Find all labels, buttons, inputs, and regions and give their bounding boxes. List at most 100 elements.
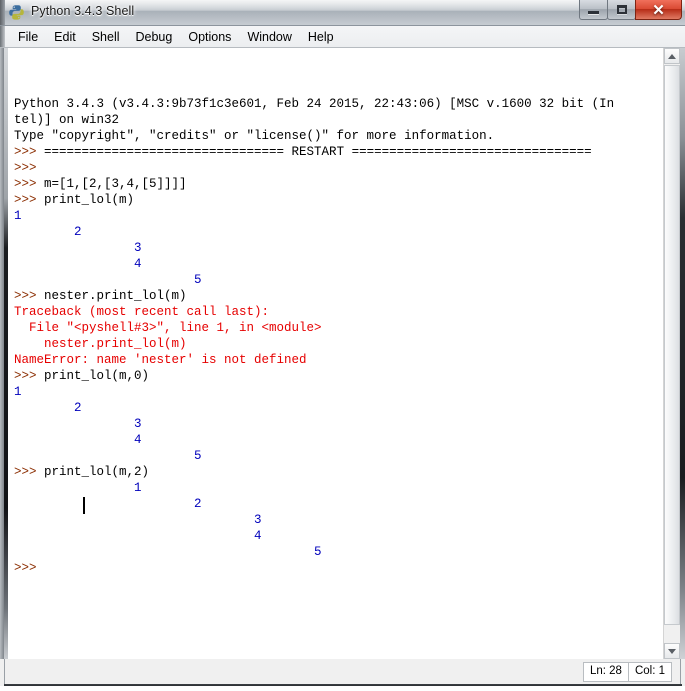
console-line: >>> <box>8 560 663 576</box>
console-line: File "<pyshell#3>", line 1, in <module> <box>8 320 663 336</box>
console-output-text: 5 <box>14 449 202 463</box>
console-input-text: nester.print_lol(m) <box>44 289 187 303</box>
console-line: nester.print_lol(m) <box>8 336 663 352</box>
python-shell-window: Python 3.4.3 Shell ✕ File Edit Shell Debug O… <box>0 0 685 691</box>
console-output-text: 3 <box>14 241 142 255</box>
console-banner-text: Python 3.4.3 (v3.4.3:9b73f1c3e601, Feb 2… <box>14 97 615 111</box>
console-output-text: 1 <box>14 481 142 495</box>
prompt-marker: >>> <box>14 161 45 175</box>
window-title: Python 3.4.3 Shell <box>31 4 135 18</box>
console-banner-text: Type "copyright", "credits" or "license(… <box>14 129 495 143</box>
console-line: >>> print_lol(m) <box>8 192 663 208</box>
console-output-text: 3 <box>14 513 262 527</box>
console-line: 3 <box>8 416 663 432</box>
menu-item-edit[interactable]: Edit <box>46 28 84 46</box>
status-line-number: Ln: 28 <box>582 662 629 682</box>
console-line: Traceback (most recent call last): <box>8 304 663 320</box>
prompt-marker: >>> <box>14 193 45 207</box>
console-line: 3 <box>8 512 663 528</box>
console-output-text: 2 <box>14 225 82 239</box>
console-output-text: 3 <box>14 417 142 431</box>
prompt-marker: >>> <box>14 561 45 575</box>
window-bottom-shadow <box>0 686 685 691</box>
restart-banner: ================================ RESTART… <box>44 145 592 159</box>
console-line: 1 <box>8 384 663 400</box>
maximize-button[interactable] <box>607 0 636 20</box>
prompt-marker: >>> <box>14 145 45 159</box>
menu-item-debug[interactable]: Debug <box>128 28 181 46</box>
menu-bar: File Edit Shell Debug Options Window Help <box>0 26 685 48</box>
close-button[interactable]: ✕ <box>635 0 682 20</box>
console-banner-text: tel)] on win32 <box>14 113 120 127</box>
console-output-text: 4 <box>14 257 142 271</box>
status-fields: Ln: 28 Col: 1 <box>582 662 672 682</box>
console-input-text: print_lol(m,2) <box>44 465 150 479</box>
scroll-down-button[interactable] <box>664 643 680 659</box>
console-error-text: nester.print_lol(m) <box>14 337 187 351</box>
console-line: 4 <box>8 256 663 272</box>
console-input-text: m=[1,[2,[3,4,[5]]]] <box>44 177 187 191</box>
menu-item-window[interactable]: Window <box>239 28 299 46</box>
console-line: 2 <box>8 224 663 240</box>
status-bar-inner: Ln: 28 Col: 1 <box>4 659 681 685</box>
prompt-marker: >>> <box>14 177 45 191</box>
shell-output-area[interactable]: Python 3.4.3 (v3.4.3:9b73f1c3e601, Feb 2… <box>8 48 663 659</box>
console-error-text: File "<pyshell#3>", line 1, in <module> <box>14 321 322 335</box>
console-output-text: 2 <box>14 401 82 415</box>
scrollbar-thumb[interactable] <box>664 65 680 625</box>
status-column-number: Col: 1 <box>627 662 672 682</box>
scroll-up-button[interactable] <box>664 48 680 64</box>
console-line: Python 3.4.3 (v3.4.3:9b73f1c3e601, Feb 2… <box>8 96 663 112</box>
menu-item-shell[interactable]: Shell <box>84 28 128 46</box>
prompt-marker: >>> <box>14 289 45 303</box>
console-input-text: print_lol(m,0) <box>44 369 150 383</box>
console-output-text: 4 <box>14 529 262 543</box>
console-line: 2 <box>8 496 663 512</box>
python-logo-icon <box>9 5 24 20</box>
menu-item-help[interactable]: Help <box>300 28 342 46</box>
console-line: 4 <box>8 528 663 544</box>
console-error-text: NameError: name 'nester' is not defined <box>14 353 307 367</box>
console-line: 4 <box>8 432 663 448</box>
console-error-text: Traceback (most recent call last): <box>14 305 270 319</box>
console-output-text: 4 <box>14 433 142 447</box>
prompt-marker: >>> <box>14 465 45 479</box>
console-line: 5 <box>8 272 663 288</box>
console-output-text: 5 <box>14 273 202 287</box>
minimize-button[interactable] <box>579 0 608 20</box>
vertical-scrollbar[interactable] <box>663 48 680 659</box>
menu-item-file[interactable]: File <box>10 28 46 46</box>
console-line: Type "copyright", "credits" or "license(… <box>8 128 663 144</box>
console-output-text: 1 <box>14 385 22 399</box>
scroll-down-arrow-icon <box>668 648 676 654</box>
console-output-text: 1 <box>14 209 22 223</box>
console-line: 1 <box>8 208 663 224</box>
text-cursor <box>83 497 86 514</box>
scroll-up-arrow-icon <box>668 53 676 59</box>
window-controls: ✕ <box>579 0 682 21</box>
console-line: 5 <box>8 448 663 464</box>
console-line: tel)] on win32 <box>8 112 663 128</box>
shell-text-frame: Python 3.4.3 (v3.4.3:9b73f1c3e601, Feb 2… <box>0 48 685 659</box>
console-line: NameError: name 'nester' is not defined <box>8 352 663 368</box>
console-line: >>> print_lol(m,0) <box>8 368 663 384</box>
maximize-icon <box>616 5 627 14</box>
console-line: 5 <box>8 544 663 560</box>
title-bar-left-edge <box>0 0 5 25</box>
console-line: >>> ================================ RES… <box>8 144 663 160</box>
minimize-icon <box>588 10 599 14</box>
menu-item-options[interactable]: Options <box>180 28 239 46</box>
console-line: >>> <box>8 160 663 176</box>
prompt-marker: >>> <box>14 369 45 383</box>
console-line: 3 <box>8 240 663 256</box>
console-line: >>> nester.print_lol(m) <box>8 288 663 304</box>
title-bar[interactable]: Python 3.4.3 Shell ✕ <box>0 0 685 26</box>
console-input-text: print_lol(m) <box>44 193 135 207</box>
window-right-border <box>680 48 685 659</box>
console-line: >>> m=[1,[2,[3,4,[5]]]] <box>8 176 663 192</box>
console-output-text: 2 <box>14 497 202 511</box>
close-icon: ✕ <box>652 2 665 19</box>
console-line: >>> print_lol(m,2) <box>8 464 663 480</box>
console-line: 2 <box>8 400 663 416</box>
console-output-text: 5 <box>14 545 322 559</box>
